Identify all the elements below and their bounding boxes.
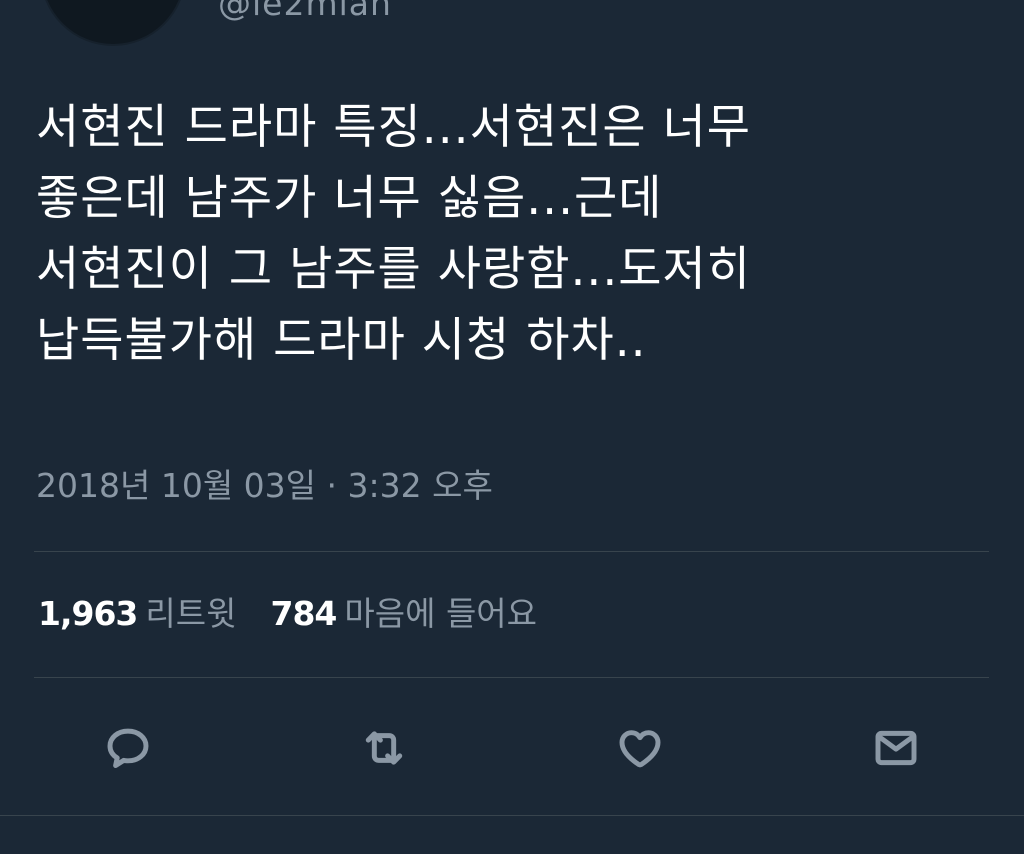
tweet-timestamp[interactable]: 2018년 10월 03일 · 3:32 오후: [36, 464, 493, 508]
reply-button[interactable]: [98, 718, 158, 778]
retweets-label: 리트윗: [145, 594, 237, 633]
avatar[interactable]: [40, 0, 186, 46]
divider: [34, 551, 989, 552]
retweets-stat[interactable]: 1,963 리트윗: [38, 592, 236, 636]
direct-message-button[interactable]: [866, 718, 926, 778]
user-handle[interactable]: @le2mian: [218, 0, 392, 24]
heart-icon: [619, 730, 661, 768]
tweet-text: 서현진 드라마 특징...서현진은 너무 좋은데 남주가 너무 싫음...근데 …: [36, 100, 751, 368]
likes-count: 784: [270, 594, 337, 633]
tweet-stats: 1,963 리트윗 784 마음에 들어요: [38, 592, 537, 636]
likes-stat[interactable]: 784 마음에 들어요: [270, 592, 537, 636]
divider: [34, 677, 989, 678]
divider: [0, 815, 1024, 816]
reply-icon: [107, 728, 149, 769]
retweet-icon: [365, 731, 403, 765]
likes-label: 마음에 들어요: [344, 594, 538, 633]
like-button[interactable]: [610, 718, 670, 778]
tweet-actions: [0, 718, 1024, 778]
retweet-button[interactable]: [354, 718, 414, 778]
retweets-count: 1,963: [38, 594, 138, 633]
mail-icon: [875, 730, 917, 766]
